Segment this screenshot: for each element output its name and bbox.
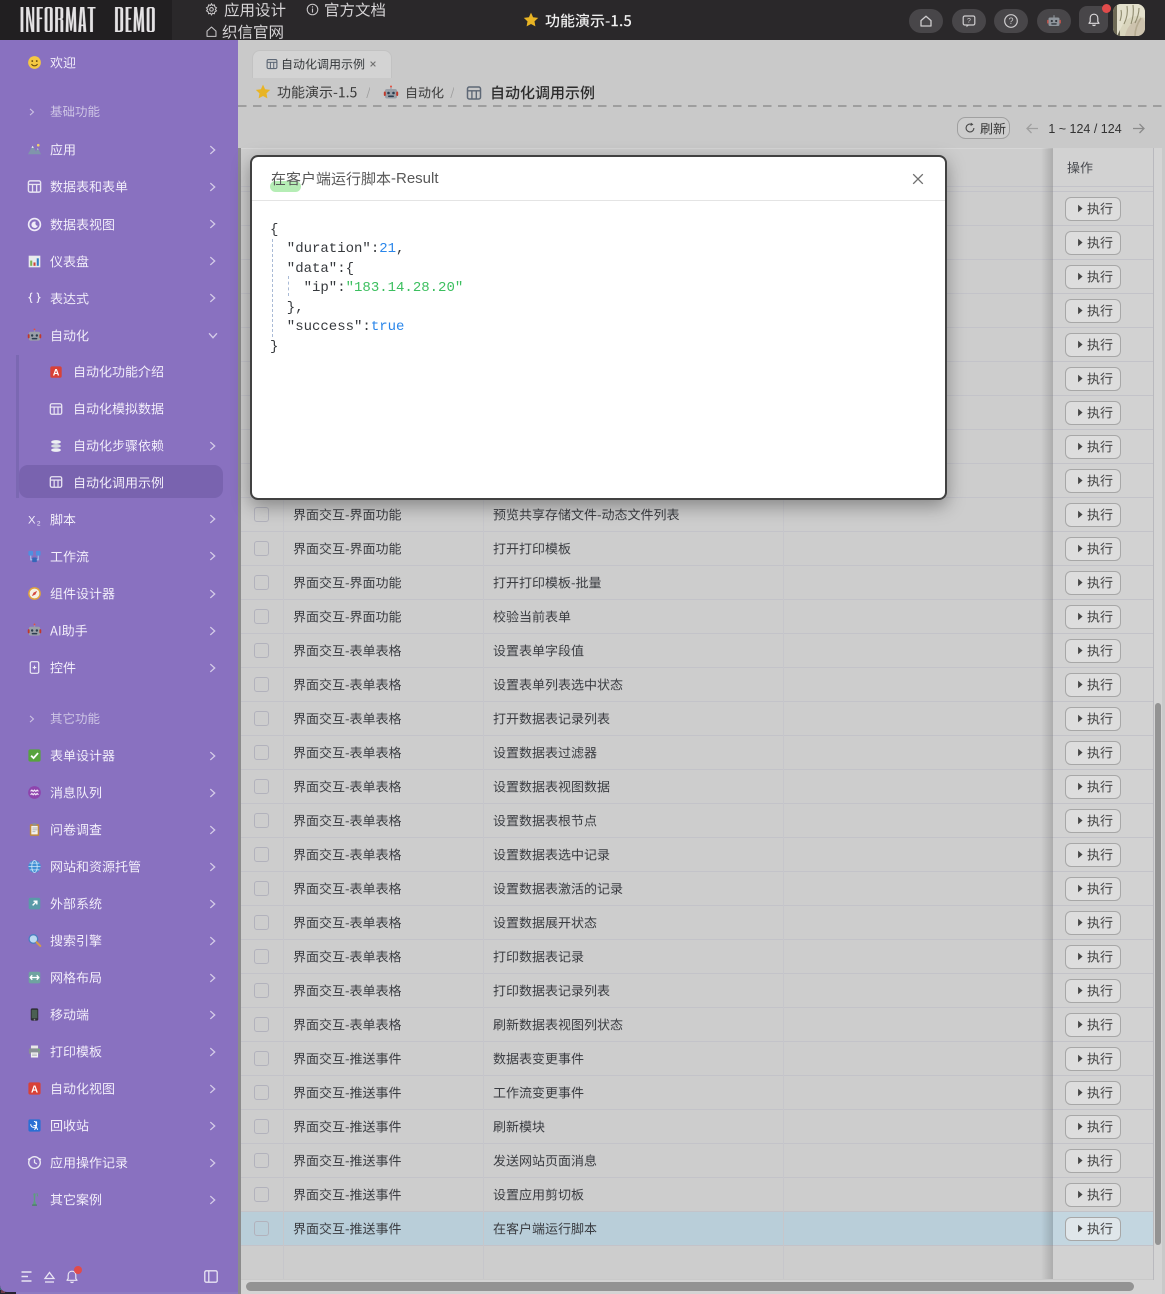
svg-text:X: X bbox=[27, 514, 35, 526]
svg-text:2: 2 bbox=[36, 520, 40, 526]
svg-text:?: ? bbox=[1008, 16, 1013, 26]
svg-text:A: A bbox=[30, 1084, 37, 1095]
svg-text:?: ? bbox=[967, 18, 971, 25]
svg-text:A: A bbox=[52, 367, 59, 377]
